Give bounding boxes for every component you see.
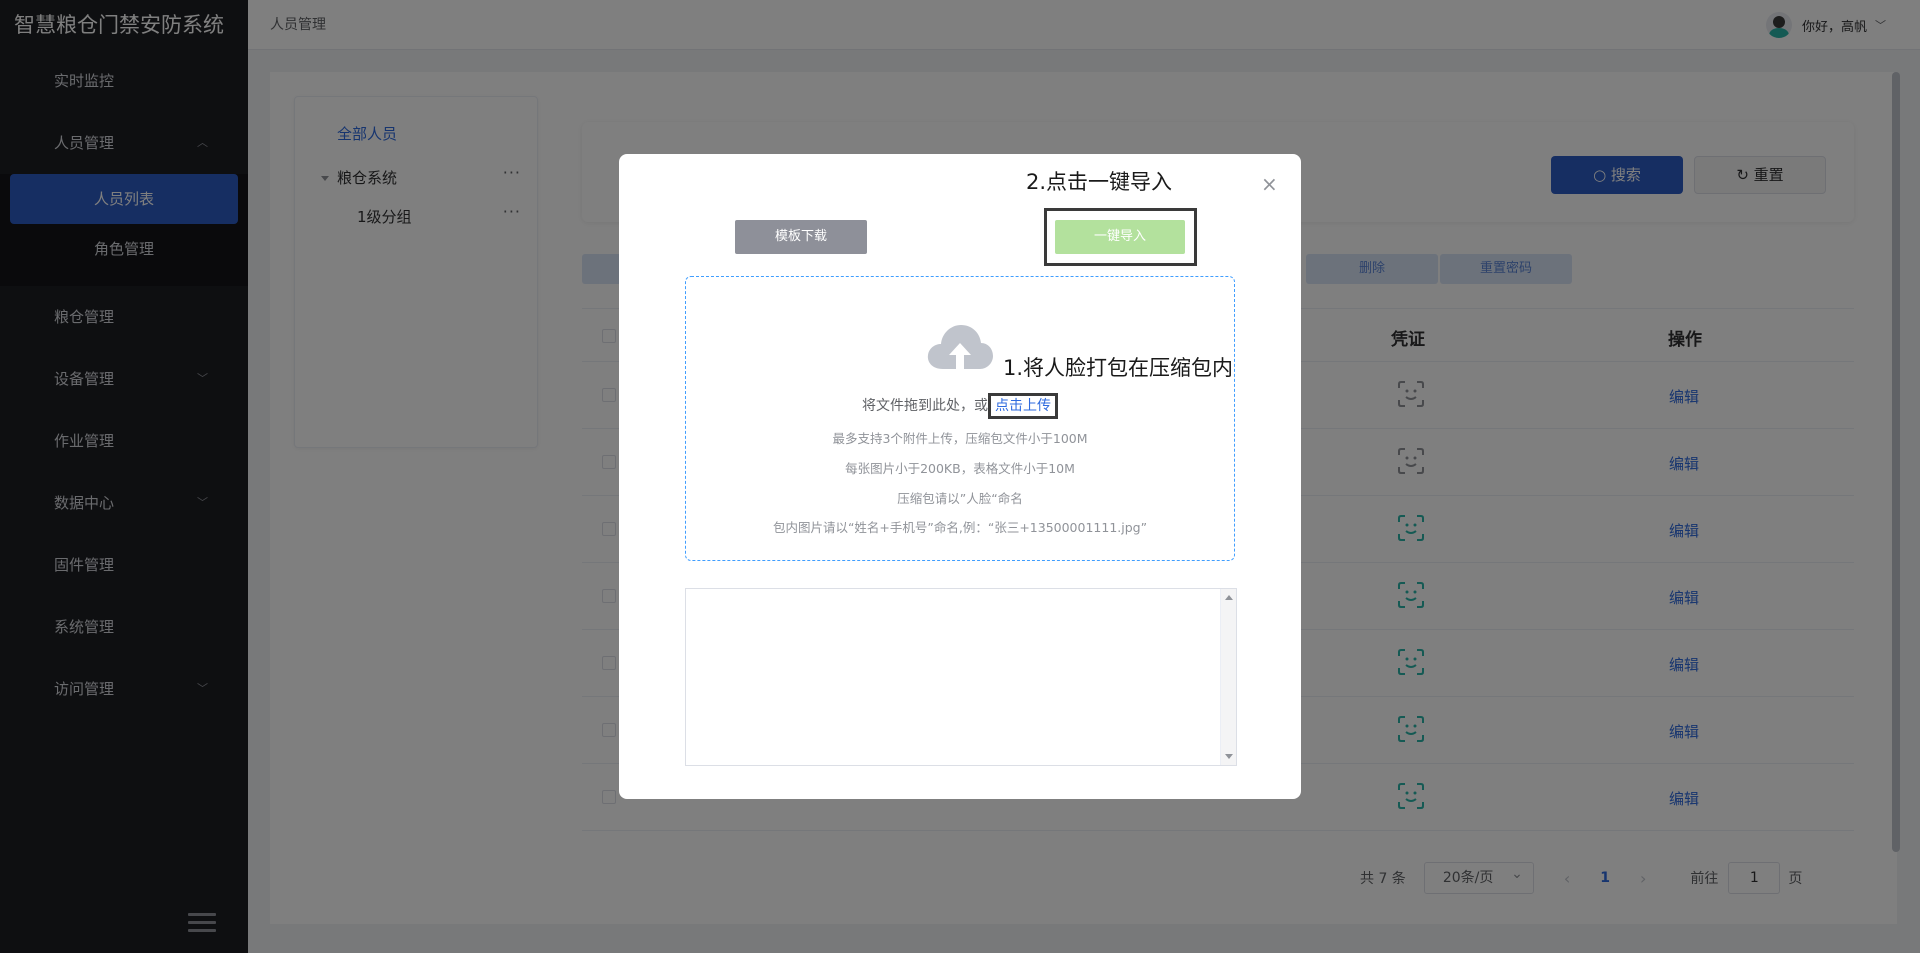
annotation-highlight-box: 点击上传 <box>988 393 1058 419</box>
upload-dropzone[interactable]: 1.将人脸打包在压缩包内 将文件拖到此处，或 点击上传 最多支持3个附件上传，压缩… <box>685 276 1235 561</box>
import-dialog: × 2.点击一键导入 模板下载 一键导入 1.将人脸打包在压缩包内 将文件拖到此… <box>619 154 1301 799</box>
upload-hint: 每张图片小于200KB，表格文件小于10M <box>845 461 1075 476</box>
annotation-import-step: 2.点击一键导入 <box>1026 170 1173 194</box>
scrollbar[interactable] <box>1220 589 1236 765</box>
template-download-button[interactable]: 模板下载 <box>735 220 867 254</box>
upload-hint: 包内图片请以“姓名+手机号”命名,例：“张三+13500001111.jpg” <box>772 520 1148 535</box>
drop-instruction: 将文件拖到此处，或 点击上传 <box>686 393 1234 419</box>
close-icon[interactable]: × <box>1261 174 1278 194</box>
upload-hint: 最多支持3个附件上传，压缩包文件小于100M <box>832 431 1088 446</box>
import-log-textarea[interactable] <box>685 588 1237 766</box>
annotation-pack-step: 1.将人脸打包在压缩包内 <box>1003 356 1234 380</box>
scroll-up-icon[interactable] <box>1225 595 1233 600</box>
one-click-import-button[interactable]: 一键导入 <box>1055 220 1185 254</box>
drop-text: 将文件拖到此处，或 <box>862 398 988 414</box>
cloud-upload-icon <box>927 325 993 369</box>
upload-hint: 压缩包请以”人脸“命名 <box>897 491 1023 506</box>
scroll-down-icon[interactable] <box>1225 754 1233 759</box>
upload-link[interactable]: 点击上传 <box>995 398 1051 414</box>
